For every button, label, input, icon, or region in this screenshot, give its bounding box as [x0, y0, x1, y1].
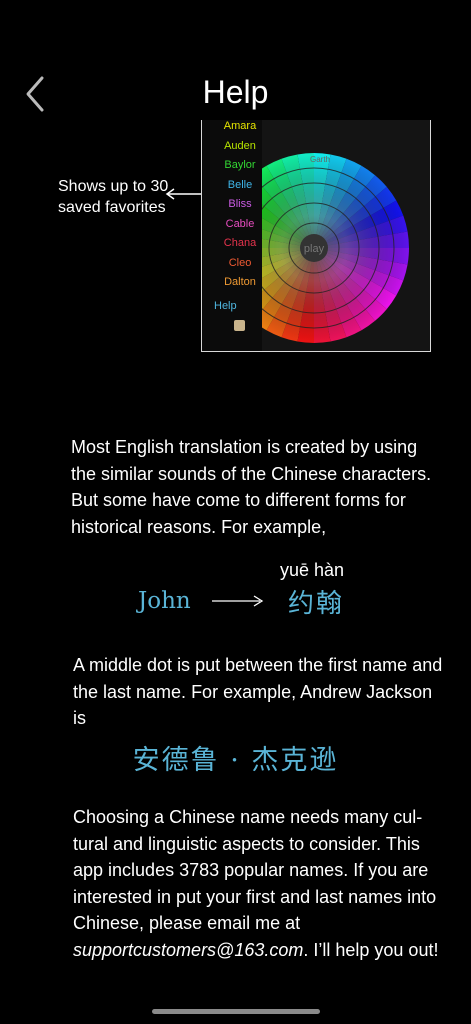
contact-text-end: . I’ll help you out! — [303, 939, 439, 960]
arrow-right-icon — [212, 595, 264, 607]
help-label: Help — [214, 300, 237, 312]
intro-paragraph: Most English translation is created by u… — [71, 437, 432, 537]
english-name-john: John — [138, 588, 191, 614]
wheel-center-label: play — [304, 243, 325, 255]
wheel-top-label: Garth — [310, 155, 330, 164]
favorites-list: Amara Auden Baylor Belle Bliss Cable Cha… — [202, 120, 262, 351]
contact-text: Choosing a Chinese name needs many cul-t… — [73, 807, 437, 933]
color-wheel: play Garth — [262, 120, 432, 352]
scroll-icon — [234, 320, 245, 331]
chinese-name-andrew-jackson: 安德鲁 · 杰克逊 — [132, 745, 339, 776]
chinese-name-john: 约翰 — [288, 589, 345, 619]
annotation-text: Shows up to 30 saved favorites — [58, 176, 168, 218]
middle-dot-paragraph: A middle dot is put between the first na… — [73, 655, 443, 728]
app-screenshot: Amara Auden Baylor Belle Bliss Cable Cha… — [201, 120, 431, 352]
page-title: Help — [202, 74, 269, 110]
home-indicator[interactable] — [152, 1009, 320, 1014]
pinyin-john: yuē hàn — [280, 560, 345, 580]
annotation-line-1: Shows up to 30 — [58, 178, 169, 195]
email-link[interactable]: supportcustomers@163.com — [73, 940, 303, 960]
annotation-line-2: saved favorites — [58, 199, 166, 216]
contact-paragraph: Choosing a Chinese name needs many cul-t… — [73, 804, 453, 963]
